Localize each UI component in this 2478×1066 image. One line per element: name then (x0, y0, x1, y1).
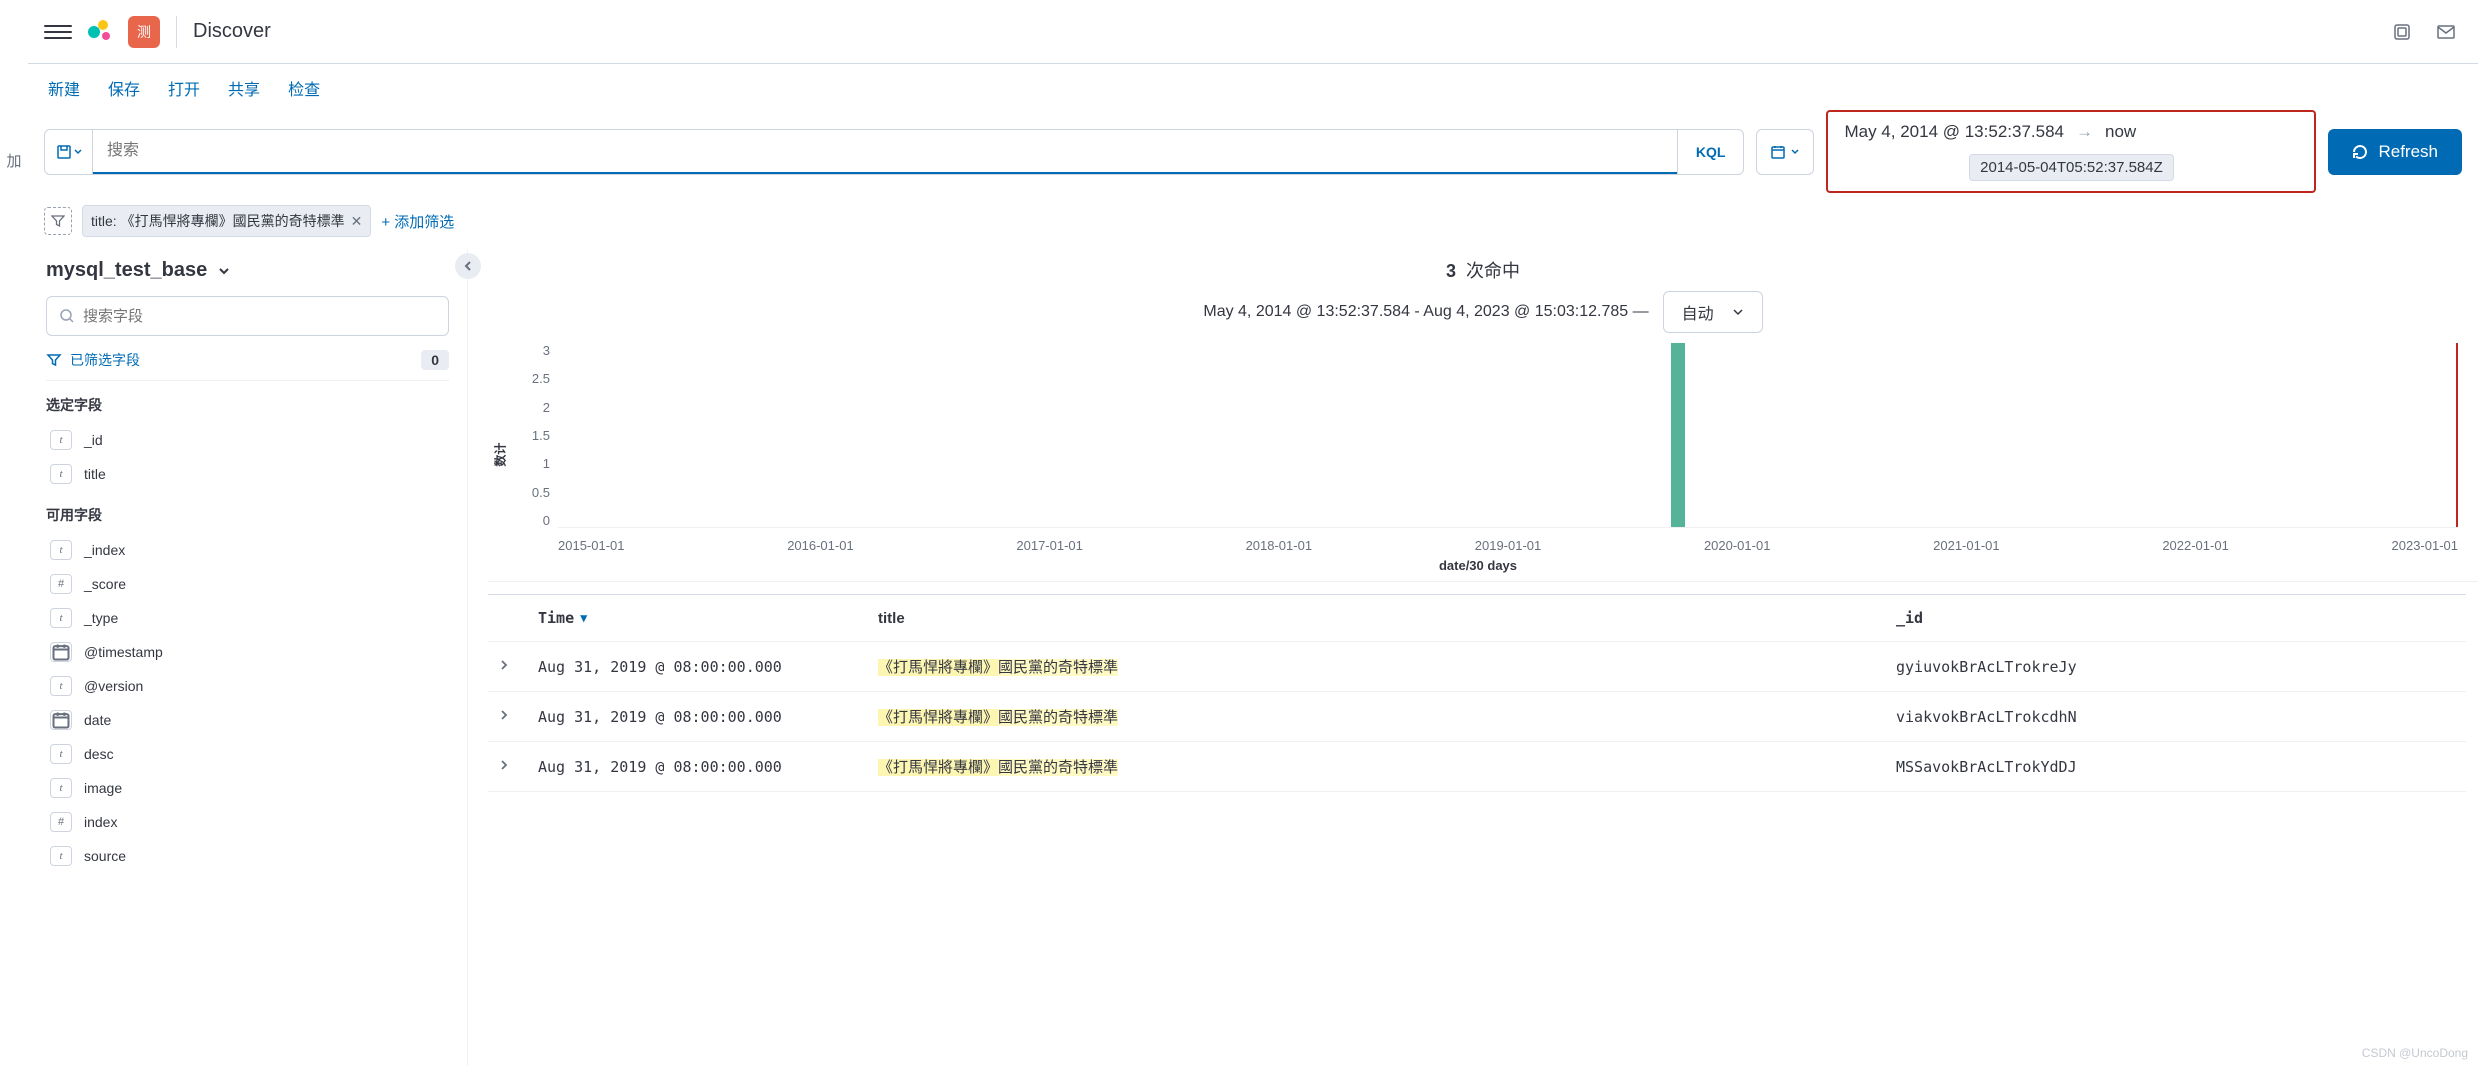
field-search-input[interactable] (83, 308, 436, 325)
results-table: Time ▼ title _id Aug 31, 2019 @ 08:00:00… (488, 594, 2466, 792)
field-item-desc[interactable]: tdesc (46, 737, 449, 771)
expand-row-icon[interactable] (498, 758, 538, 775)
date-tooltip: 2014-05-04T05:52:37.584Z (1969, 154, 2174, 181)
expand-row-icon[interactable] (498, 708, 538, 725)
field-name: _type (84, 610, 118, 626)
now-marker (2456, 343, 2458, 527)
table-row: Aug 31, 2019 @ 08:00:00.000《打馬悍將專欄》國民黨的奇… (488, 742, 2466, 792)
field-name: index (84, 814, 117, 830)
filter-chip[interactable]: title: 《打馬悍將專欄》國民黨的奇特標準 ✕ (82, 205, 371, 237)
field-name: _index (84, 542, 125, 558)
watermark: CSDN @UncoDong (2362, 1046, 2468, 1060)
cell-id: gyiuvokBrAcLTrokreJy (1896, 658, 2456, 676)
table-row: Aug 31, 2019 @ 08:00:00.000《打馬悍將專欄》國民黨的奇… (488, 642, 2466, 692)
cell-id: MSSavokBrAcLTrokYdDJ (1896, 758, 2456, 776)
hit-count: 3 次命中 (488, 257, 2478, 283)
field-item-source[interactable]: tsource (46, 839, 449, 873)
refresh-button[interactable]: Refresh (2328, 129, 2462, 175)
filtered-fields-toggle[interactable]: 已筛选字段 0 (46, 336, 449, 381)
field-name: @timestamp (84, 644, 163, 660)
field-item-title[interactable]: ttitle (46, 457, 449, 491)
field-name: date (84, 712, 111, 728)
search-input[interactable] (93, 130, 1677, 174)
remove-filter-icon[interactable]: ✕ (351, 213, 363, 230)
nav-toggle-icon[interactable] (44, 18, 72, 46)
saved-query-menu[interactable] (45, 130, 93, 174)
open-button[interactable]: 打开 (168, 76, 200, 100)
cell-time: Aug 31, 2019 @ 08:00:00.000 (538, 658, 878, 676)
field-item-_index[interactable]: t_index (46, 533, 449, 567)
field-item-@version[interactable]: t@version (46, 669, 449, 703)
cell-title: 《打馬悍將專欄》國民黨的奇特標準 (878, 756, 1896, 777)
field-item-index[interactable]: #index (46, 805, 449, 839)
column-time[interactable]: Time ▼ (538, 609, 878, 627)
topbar: 测 Discover (28, 0, 2478, 64)
fullscreen-icon[interactable] (2386, 16, 2418, 48)
truncated-left-text: 加 (0, 0, 28, 1066)
filter-settings-icon[interactable] (44, 207, 72, 235)
cell-title: 《打馬悍將專欄》國民黨的奇特標準 (878, 706, 1896, 727)
inspect-button[interactable]: 检查 (288, 76, 320, 100)
chart-x-label: date/30 days (488, 558, 2468, 573)
sidebar: mysql_test_base 已筛选字段 0 选定字段 t_idttitle … (28, 249, 468, 1066)
field-item-image[interactable]: timage (46, 771, 449, 805)
filtered-count-badge: 0 (421, 350, 449, 370)
date-quick-select[interactable] (1756, 129, 1814, 175)
add-filter-button[interactable]: + 添加筛选 (381, 211, 454, 232)
chart-bar[interactable] (1671, 343, 1685, 527)
field-name: image (84, 780, 122, 796)
interval-select[interactable]: 自动 (1663, 291, 1763, 333)
cell-title: 《打馬悍將專欄》國民黨的奇特標準 (878, 656, 1896, 677)
field-name: _score (84, 576, 126, 592)
expand-row-icon[interactable] (498, 658, 538, 675)
index-pattern-selector[interactable]: mysql_test_base (46, 249, 449, 296)
histogram-range-text: May 4, 2014 @ 13:52:37.584 - Aug 4, 2023… (1203, 303, 1648, 321)
histogram-chart[interactable]: 数计 32.521.510.50 2015-01-012016-01-01201… (488, 343, 2468, 573)
cell-time: Aug 31, 2019 @ 08:00:00.000 (538, 708, 878, 726)
query-bar: KQL May 4, 2014 @ 13:52:37.584 → now 201… (28, 110, 2478, 205)
column-title[interactable]: title (878, 610, 1896, 627)
field-item-date[interactable]: date (46, 703, 449, 737)
cell-id: viakvokBrAcLTrokcdhN (1896, 708, 2456, 726)
field-search[interactable] (46, 296, 449, 336)
date-to[interactable]: now (2105, 122, 2136, 142)
elastic-logo-icon[interactable] (88, 20, 112, 44)
table-row: Aug 31, 2019 @ 08:00:00.000《打馬悍將專欄》國民黨的奇… (488, 692, 2466, 742)
field-name: desc (84, 746, 114, 762)
sort-desc-icon[interactable]: ▼ (580, 611, 587, 625)
mail-icon[interactable] (2430, 16, 2462, 48)
arrow-right-icon: → (2076, 122, 2093, 142)
field-name: _id (84, 432, 103, 448)
save-button[interactable]: 保存 (108, 76, 140, 100)
date-range-highlight: May 4, 2014 @ 13:52:37.584 → now 2014-05… (1826, 110, 2316, 193)
filter-bar: title: 《打馬悍將專欄》國民黨的奇特標準 ✕ + 添加筛选 (28, 205, 2478, 249)
field-item-_type[interactable]: t_type (46, 601, 449, 635)
field-item-_score[interactable]: #_score (46, 567, 449, 601)
date-from[interactable]: May 4, 2014 @ 13:52:37.584 (1844, 122, 2064, 142)
toolbar: 新建 保存 打开 共享 检查 (28, 64, 2478, 110)
app-title: Discover (193, 20, 271, 43)
filter-chip-text: title: 《打馬悍將專欄》國民黨的奇特標準 (91, 211, 345, 231)
divider (176, 16, 177, 48)
field-name: title (84, 466, 106, 482)
table-header: Time ▼ title _id (488, 595, 2466, 642)
field-name: source (84, 848, 126, 864)
cell-time: Aug 31, 2019 @ 08:00:00.000 (538, 758, 878, 776)
column-id[interactable]: _id (1896, 609, 2456, 627)
space-selector[interactable]: 测 (128, 16, 160, 48)
collapse-sidebar-icon[interactable] (455, 253, 481, 279)
field-item-@timestamp[interactable]: @timestamp (46, 635, 449, 669)
main-content: 3 次命中 May 4, 2014 @ 13:52:37.584 - Aug 4… (468, 249, 2478, 1066)
selected-fields-label: 选定字段 (46, 381, 449, 423)
available-fields-label: 可用字段 (46, 491, 449, 533)
field-name: @version (84, 678, 143, 694)
field-item-_id[interactable]: t_id (46, 423, 449, 457)
query-language-button[interactable]: KQL (1677, 130, 1744, 174)
share-button[interactable]: 共享 (228, 76, 260, 100)
new-button[interactable]: 新建 (48, 76, 80, 100)
